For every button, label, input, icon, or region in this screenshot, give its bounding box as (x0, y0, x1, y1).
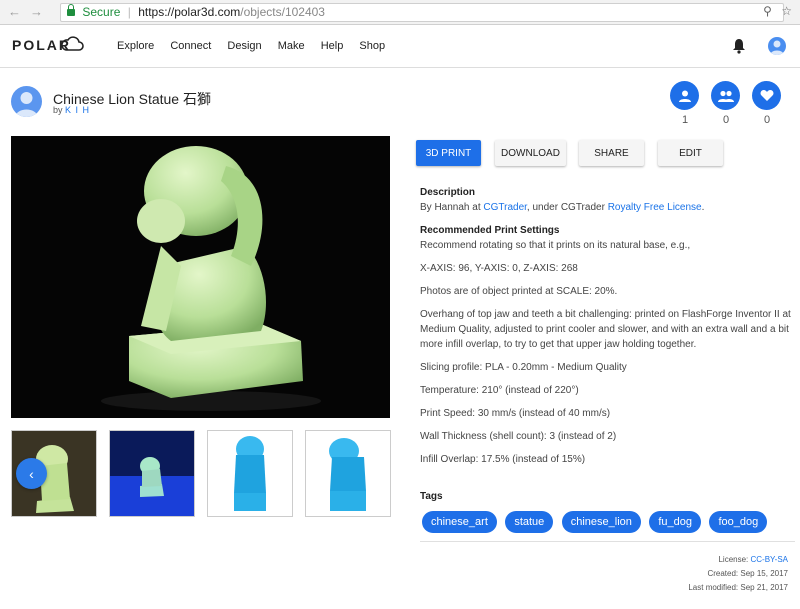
zoom-icon[interactable]: ⚲ (763, 4, 772, 18)
owner-avatar[interactable] (11, 86, 42, 117)
previous-image-button[interactable]: ‹ (16, 458, 47, 489)
user-avatar-icon (770, 40, 784, 55)
tags-heading: Tags (420, 491, 443, 502)
attribution-middle: , under CGTrader (526, 202, 608, 213)
cloud-logo-icon (61, 36, 84, 51)
modified-date: Sep 21, 2017 (740, 583, 788, 592)
tag-foo-dog[interactable]: foo_dog (709, 511, 768, 533)
object-byline: by K I H (53, 105, 90, 115)
user-avatar[interactable] (768, 37, 786, 55)
followers-stat[interactable]: 1 (670, 81, 700, 126)
license-value-link[interactable]: CC-BY-SA (751, 555, 789, 564)
description-heading: Description (420, 187, 476, 198)
settings-overhang: Overhang of top jaw and teeth a bit chal… (420, 309, 791, 350)
print-settings-heading: Recommended Print Settings (420, 225, 560, 236)
followers-count: 1 (681, 114, 689, 126)
settings-speed: Print Speed: 30 mm/s (instead of 40 mm/s… (420, 408, 611, 419)
forward-icon[interactable]: → (30, 4, 43, 19)
attribution-suffix: . (701, 202, 705, 213)
notifications-bell-icon[interactable] (732, 38, 746, 54)
license-row: License: CC-BY-SA (688, 553, 788, 567)
nav-design[interactable]: Design (227, 40, 261, 52)
nav-connect[interactable]: Connect (170, 40, 211, 52)
author-link[interactable]: K I H (65, 105, 90, 115)
description-section: Description By Hannah at CGTrader, under… (420, 185, 795, 475)
thumbnail-2[interactable] (109, 430, 195, 517)
thumbnail-model-render-front (208, 431, 292, 516)
settings-slicing: Slicing profile: PLA - 0.20mm - Medium Q… (420, 362, 627, 373)
secure-label: Secure (82, 5, 121, 19)
created-date: Sep 15, 2017 (740, 569, 788, 578)
main-object-photo[interactable] (11, 136, 390, 418)
person-icon (678, 90, 691, 102)
address-bar[interactable]: Secure | https://polar3d.com/objects/102… (60, 3, 784, 22)
object-meta: License: CC-BY-SA Created: Sep 15, 2017 … (688, 553, 788, 595)
cgtrader-link[interactable]: CGTrader (483, 202, 527, 213)
collaborators-count: 0 (722, 114, 730, 126)
nav-make[interactable]: Make (278, 40, 305, 52)
back-icon[interactable]: ← (8, 4, 21, 19)
url-host: https://polar3d.com (138, 5, 241, 19)
tag-fu-dog[interactable]: fu_dog (649, 511, 702, 533)
modified-row: Last modified: Sep 21, 2017 (688, 581, 788, 595)
heart-icon (760, 90, 773, 101)
star-icon[interactable]: ☆ (781, 4, 792, 18)
owner-avatar-icon (15, 92, 38, 117)
browser-toolbar: ← → Secure | https://polar3d.com/objects… (0, 0, 800, 25)
collaborators-button[interactable] (711, 81, 740, 110)
thumbnail-printer-photo (110, 431, 194, 516)
collaborators-stat[interactable]: 0 (711, 81, 741, 126)
url-path: /objects/102403 (240, 5, 325, 19)
tag-chinese-lion[interactable]: chinese_lion (561, 511, 641, 533)
settings-wall: Wall Thickness (shell count): 3 (instead… (420, 431, 617, 442)
3d-print-button[interactable]: 3D PRINT (416, 140, 481, 166)
download-button[interactable]: DOWNLOAD (495, 140, 566, 166)
tags-list: chinese_art statue chinese_lion fu_dog f… (422, 511, 771, 533)
top-navigation: POLAR Explore Connect Design Make Help S… (0, 25, 800, 68)
likes-stat[interactable]: 0 (752, 81, 782, 126)
main-menu: Explore Connect Design Make Help Shop (117, 40, 398, 52)
nav-shop[interactable]: Shop (359, 40, 385, 52)
follow-button[interactable] (670, 81, 699, 110)
likes-count: 0 (763, 114, 771, 126)
edit-button[interactable]: EDIT (658, 140, 723, 166)
settings-scale: Photos are of object printed at SCALE: 2… (420, 286, 618, 297)
description-attribution: By Hannah at CGTrader, under CGTrader Ro… (420, 200, 795, 215)
nav-help[interactable]: Help (321, 40, 344, 52)
like-button[interactable] (752, 81, 781, 110)
license-label: License: (718, 555, 749, 564)
nav-explore[interactable]: Explore (117, 40, 154, 52)
settings-temperature: Temperature: 210° (instead of 220°) (420, 385, 579, 396)
modified-label: Last modified: (688, 583, 739, 592)
settings-intro: Recommend rotating so that it prints on … (420, 240, 691, 251)
tag-statue[interactable]: statue (505, 511, 554, 533)
group-icon (717, 90, 734, 102)
share-button[interactable]: SHARE (579, 140, 644, 166)
chevron-left-icon: ‹ (29, 465, 34, 482)
lock-icon (67, 4, 75, 16)
thumbnail-3[interactable] (207, 430, 293, 517)
url-separator: | (127, 5, 131, 19)
lion-statue-image (11, 136, 390, 418)
settings-infill: Infill Overlap: 17.5% (instead of 15%) (420, 454, 586, 465)
settings-axes: X-AXIS: 96, Y-AXIS: 0, Z-AXIS: 268 (420, 263, 578, 274)
thumbnail-model-render-side (306, 431, 390, 516)
meta-divider (420, 541, 795, 542)
created-label: Created: (707, 569, 739, 578)
thumbnail-4[interactable] (305, 430, 391, 517)
tag-chinese-art[interactable]: chinese_art (422, 511, 497, 533)
attribution-prefix: By Hannah at (420, 202, 484, 213)
by-label: by (53, 105, 63, 115)
created-row: Created: Sep 15, 2017 (688, 567, 788, 581)
browser-right-icons: ⚲ ☆ (763, 4, 792, 18)
license-link[interactable]: Royalty Free License (608, 202, 702, 213)
